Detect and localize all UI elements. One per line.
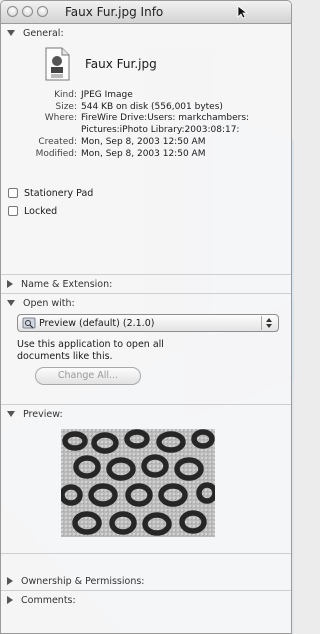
info-row-modified: Modified: Mon, Sep 8, 2003 12:50 AM — [1, 149, 291, 161]
info-row-size: Size: 544 KB on disk (556,001 bytes) — [1, 102, 291, 114]
close-icon[interactable] — [7, 6, 18, 17]
info-row-where: Where: FireWire Drive:Users: markchamber… — [1, 113, 291, 136]
ownership-heading: Ownership & Permissions: — [21, 575, 145, 587]
change-all-button[interactable]: Change All... — [35, 367, 141, 385]
info-value: Mon, Sep 8, 2003 12:50 AM — [81, 137, 206, 147]
comments-section: Comments: — [1, 591, 291, 609]
general-checkboxes: Stationery Pad Locked — [1, 184, 291, 220]
open-with-section: Open with: Preview (default) (2.1.0) Use… — [1, 294, 291, 405]
info-key: Kind: — [54, 90, 77, 100]
disclosure-triangle-icon — [7, 280, 13, 288]
general-disclosure[interactable]: General: — [1, 24, 291, 42]
open-with-heading: Open with: — [23, 297, 75, 309]
general-heading: General: — [23, 27, 64, 39]
comments-disclosure[interactable]: Comments: — [1, 591, 291, 609]
stationery-pad-label: Stationery Pad — [24, 187, 94, 199]
preview-heading: Preview: — [23, 408, 63, 420]
info-value: 544 KB on disk (556,001 bytes) — [81, 101, 223, 112]
ownership-disclosure[interactable]: Ownership & Permissions: — [1, 572, 291, 590]
disclosure-triangle-icon — [7, 30, 15, 36]
ownership-section: Ownership & Permissions: — [1, 572, 291, 591]
preview-app-icon — [22, 317, 36, 329]
disclosure-triangle-icon — [7, 596, 13, 604]
info-value: Mon, Sep 8, 2003 12:50 AM — [81, 148, 206, 159]
info-key: Size: — [55, 101, 77, 112]
disclosure-triangle-icon — [7, 577, 13, 585]
name-extension-heading: Name & Extension: — [21, 278, 113, 290]
info-key: Created: — [38, 137, 77, 147]
mouse-cursor-icon — [237, 5, 249, 19]
checkbox-icon — [8, 188, 18, 198]
general-section: General: Faux Fur.jpg Kind: JPEG Image S… — [1, 24, 291, 275]
info-key: Modified: — [35, 148, 77, 159]
popup-arrows-icon — [261, 316, 272, 330]
title-bar[interactable]: Faux Fur.jpg Info — [1, 1, 291, 24]
stationery-pad-checkbox[interactable]: Stationery Pad — [1, 184, 291, 202]
locked-label: Locked — [24, 205, 58, 217]
preview-section: Preview: — [1, 405, 291, 554]
info-window: Faux Fur.jpg Info General: Faux Fur.jpg … — [0, 0, 292, 634]
zoom-icon[interactable] — [37, 6, 48, 17]
name-extension-section: Name & Extension: — [1, 275, 291, 294]
minimize-icon[interactable] — [22, 6, 33, 17]
general-info-list: Kind: JPEG Image Size: 544 KB on disk (5… — [1, 90, 291, 160]
name-extension-disclosure[interactable]: Name & Extension: — [1, 275, 291, 293]
info-key: Where: — [44, 113, 77, 123]
selected-application: Preview (default) (2.1.0) — [39, 317, 155, 329]
comments-heading: Comments: — [21, 594, 76, 606]
jpeg-file-icon — [45, 47, 70, 81]
open-with-disclosure[interactable]: Open with: — [1, 294, 291, 312]
info-row-kind: Kind: JPEG Image — [1, 90, 291, 102]
checkbox-icon — [8, 206, 18, 216]
info-value: JPEG Image — [81, 90, 133, 100]
preview-disclosure[interactable]: Preview: — [1, 405, 291, 423]
open-with-description: Use this application to open all documen… — [17, 339, 164, 362]
info-value: FireWire Drive:Users: markchambers:Pictu… — [81, 113, 250, 135]
locked-checkbox[interactable]: Locked — [1, 202, 291, 220]
window-title: Faux Fur.jpg Info — [65, 5, 164, 19]
disclosure-triangle-icon — [7, 411, 15, 417]
application-popup[interactable]: Preview (default) (2.1.0) — [17, 314, 279, 332]
image-preview — [61, 429, 215, 537]
window-controls — [7, 6, 48, 17]
info-row-created: Created: Mon, Sep 8, 2003 12:50 AM — [1, 137, 291, 149]
disclosure-triangle-icon — [7, 300, 15, 306]
preview-area — [1, 423, 291, 545]
file-header: Faux Fur.jpg — [1, 42, 291, 86]
file-name: Faux Fur.jpg — [85, 57, 157, 71]
